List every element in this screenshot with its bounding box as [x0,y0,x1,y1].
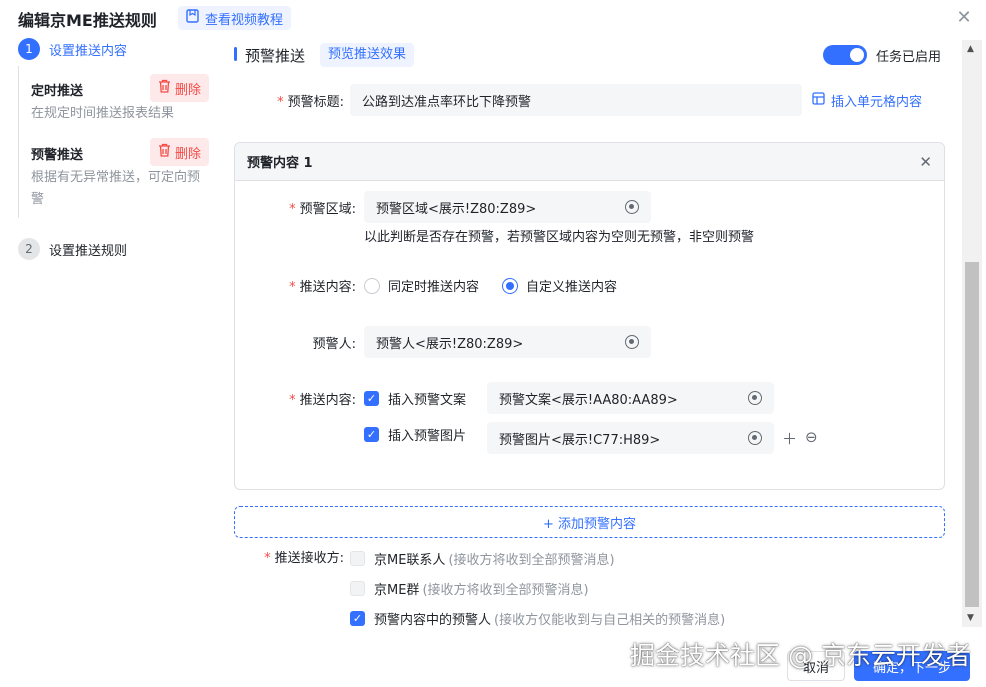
target-icon[interactable] [748,391,762,405]
target-icon[interactable] [625,200,639,214]
dialog-title: 编辑京ME推送规则 [18,11,157,30]
minus-circle-icon[interactable]: ⊖ [805,428,818,449]
receiver-jme-contact[interactable]: 京ME联系人 (接收方将收到全部预警消息) [350,549,615,568]
target-icon[interactable] [625,335,639,349]
area-label-text: 预警区域: [299,202,356,217]
required-mark: * [277,95,284,110]
scroll-down-icon[interactable]: ▼ [967,613,974,623]
alert-title-label: * 预警标题: [262,91,344,110]
close-icon[interactable]: ✕ [956,9,972,27]
push-content-label-2: * 推送内容: [270,389,356,408]
close-icon[interactable]: ✕ [919,153,932,171]
checkbox-box [350,581,365,596]
video-tutorial-label: 查看视频教程 [205,12,284,28]
section-title: 预警推送 [245,47,306,65]
step-number: 2 [18,238,40,260]
receiver-note: (接收方将收到全部预警消息) [422,583,589,598]
insert-cell-label: 插入单元格内容 [831,95,923,110]
check-icon: ✓ [364,427,379,442]
plus-icon[interactable]: ＋ [782,428,797,449]
check-icon: ✓ [350,611,365,626]
receivers-label-text: 推送接收方: [274,551,344,566]
step-label: 设置推送规则 [49,243,128,259]
step-divider [18,66,19,218]
card-header: 预警内容 1 ✕ [235,143,944,181]
alert-title-input[interactable]: 公路到达准点率环比下降预警 [350,84,802,116]
alert-title-value: 公路到达准点率环比下降预警 [362,94,532,110]
delete-label: 删除 [175,146,202,162]
push-content-label: * 推送内容: [270,276,356,295]
step-set-content[interactable]: 1 设置推送内容 [18,38,127,60]
add-alert-content-button[interactable]: + 添加预警内容 [234,506,945,538]
radio-same-as-scheduled[interactable]: 同定时推送内容 [364,276,479,295]
push-content-label-text: 推送内容: [299,393,356,408]
section-accent-bar [234,47,237,61]
receiver-jme-group[interactable]: 京ME群 (接收方将收到全部预警消息) [350,579,589,598]
video-tutorial-link[interactable]: 查看视频教程 [178,6,292,30]
checkbox-insert-text[interactable]: ✓ 插入预警文案 [364,389,466,408]
checkbox-label: 插入预警文案 [388,393,467,408]
checkbox-box [350,551,365,566]
receiver-alert-persons[interactable]: ✓ 预警内容中的预警人 (接收方仅能收到与自己相关的预警消息) [350,609,725,628]
table-icon [812,92,825,109]
alert-image-input[interactable]: 预警图片<展示!C77:H89> [487,422,774,454]
alert-text-input[interactable]: 预警文案<展示!AA80:AA89> [487,382,774,414]
sidebar-item-desc: 在规定时间推送报表结果 [31,106,175,121]
scroll-up-icon[interactable]: ▲ [967,44,974,54]
scroll-thumb[interactable] [965,262,979,607]
radio-circle [502,277,518,294]
receiver-note: (接收方将收到全部预警消息) [448,553,615,568]
alerter-label: 预警人: [312,337,356,352]
alert-area-input[interactable]: 预警区域<展示!Z80:Z89> [364,191,651,223]
scrollbar[interactable]: ▲ ▼ [962,40,982,627]
task-enabled-toggle[interactable] [823,45,867,65]
alerter-input[interactable]: 预警人<展示!Z80:Z89> [364,326,651,358]
alert-image-value: 预警图片<展示!C77:H89> [499,432,661,448]
watermark-text: 掘金技术社区 @ 京东云开发者 [630,641,971,670]
required-mark: * [289,202,296,217]
delete-label: 删除 [175,82,202,98]
row-controls: ＋ ⊖ [782,428,818,449]
radio-custom-content[interactable]: 自定义推送内容 [502,276,617,295]
toggle-knob [850,48,864,62]
receiver-note: (接收方仅能收到与自己相关的预警消息) [494,613,726,628]
sidebar-item-desc: 根据有无异常推送，可定向预警 [31,170,201,207]
insert-cell-button[interactable]: 插入单元格内容 [812,91,922,110]
checkbox-label: 插入预警图片 [388,429,467,444]
radio-circle [364,277,380,294]
check-icon: ✓ [364,391,379,406]
target-icon[interactable] [748,431,762,445]
alert-text-value: 预警文案<展示!AA80:AA89> [499,392,678,408]
delete-button[interactable]: 删除 [150,74,210,102]
trash-icon [158,143,171,161]
required-mark: * [264,551,271,566]
push-content-label-text: 推送内容: [299,280,356,295]
checkbox-insert-image[interactable]: ✓ 插入预警图片 [364,425,466,444]
radio-label: 同定时推送内容 [388,280,480,295]
preview-button[interactable]: 预览推送效果 [320,43,415,67]
delete-button[interactable]: 删除 [150,138,210,166]
area-label: * 预警区域: [270,198,356,217]
step-label: 设置推送内容 [49,43,128,59]
trash-icon [158,79,171,97]
radio-label: 自定义推送内容 [526,280,618,295]
alert-title-label-text: 预警标题: [287,95,344,110]
step-number: 1 [18,38,40,60]
bookmark-icon [186,9,199,27]
area-hint: 以此判断是否存在预警，若预警区域内容为空则无预警，非空则预警 [364,230,755,245]
receiver-name: 京ME联系人 [374,553,446,568]
receivers-label: * 推送接收方: [234,547,344,566]
required-mark: * [289,280,296,295]
card-title: 预警内容 1 [247,156,313,171]
toggle-label: 任务已启用 [876,50,942,65]
receiver-name: 京ME群 [374,583,420,598]
alerter-value: 预警人<展示!Z80:Z89> [376,336,524,352]
alert-area-value: 预警区域<展示!Z80:Z89> [376,201,537,217]
step-set-rules[interactable]: 2 设置推送规则 [18,238,127,260]
receiver-name: 预警内容中的预警人 [374,613,492,628]
required-mark: * [289,393,296,408]
